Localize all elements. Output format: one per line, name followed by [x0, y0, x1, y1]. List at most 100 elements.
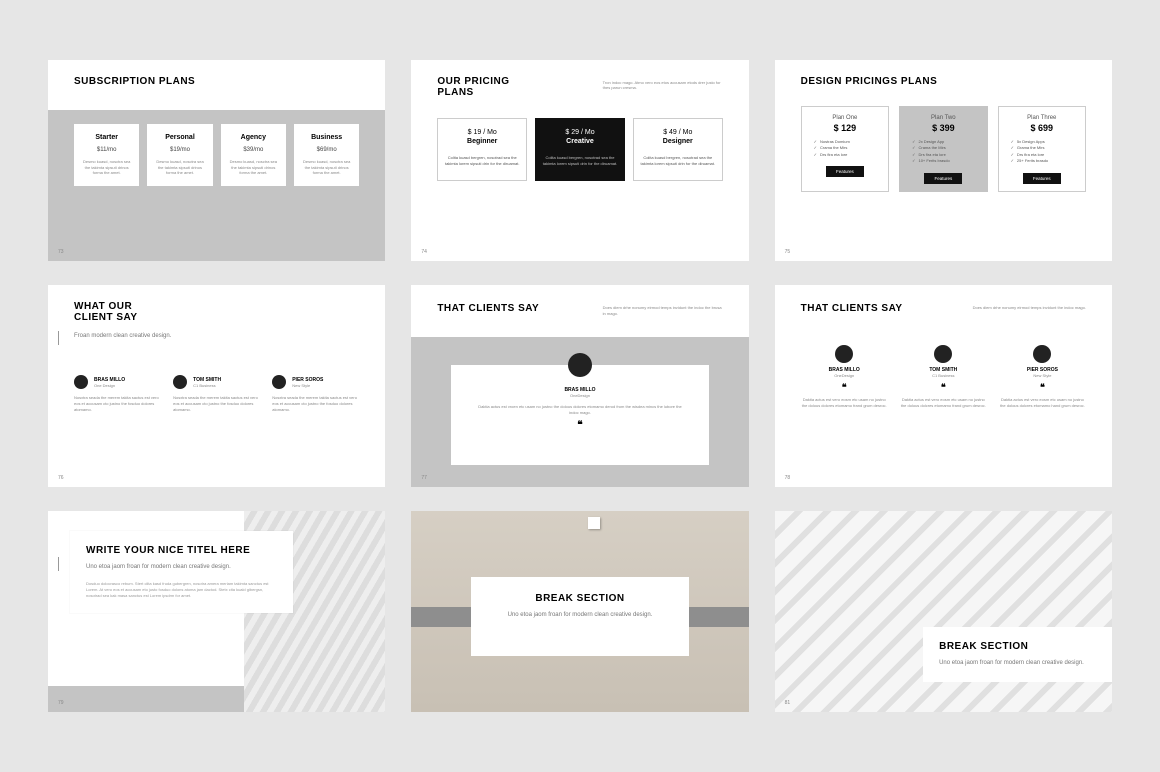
testimonial-text: Nosxtra seada the merem takita sactus es… — [74, 395, 161, 412]
plan-desc: Desmo kuasd, nosctra sea the takimta sip… — [227, 159, 280, 176]
testimonial-text: Nosxtra seada the merem takita sactus es… — [173, 395, 260, 412]
plan-desc: Desmo kuasd, nosctra sea the takimta sip… — [80, 159, 133, 176]
design-card: Plan One $ 129 Nostras Domium Crama the … — [801, 106, 889, 192]
person-role: C1 Business — [900, 373, 987, 378]
card-title: BREAK SECTION — [491, 593, 668, 604]
slide-what-our-client-say: WHAT OUR CLIENT SAY Froan modern clean c… — [48, 285, 385, 486]
testimonial: BRAS MILLO OneDesign ❝ Daktia actus est … — [801, 345, 888, 408]
plan-card: Agency $39/mo Desmo kuasd, nosctra sea t… — [221, 124, 286, 186]
avatar-icon — [934, 345, 952, 363]
accent-tick — [58, 557, 59, 571]
testimonial: TOM SMITH C1 Business ❝ Daktia actus est… — [900, 345, 987, 408]
slide-write-your-nice-title: WRITE YOUR NICE TITEL HERE Uno etoa jaom… — [48, 511, 385, 712]
plan-price: $39/mo — [227, 147, 280, 153]
price: $ 29 / Mo — [542, 129, 618, 136]
desc: Colita kuasd bergren, nosotrad sea the t… — [542, 155, 618, 166]
design-card: Plan Three $ 699 5x Design Apps Grama th… — [998, 106, 1086, 192]
page-number: 78 — [785, 475, 791, 481]
plan-name: Business — [300, 134, 353, 141]
feature-list: 5x Design Apps Grama the Mirs Drs fira e… — [1007, 139, 1077, 165]
slide-title: OUR PRICING PLANS — [437, 76, 547, 98]
pricing-card-highlighted: $ 29 / Mo Creative Colita kuasd bergren,… — [535, 118, 625, 181]
pricing-card: $ 19 / Mo Beginner Colita kuasd bergren,… — [437, 118, 527, 181]
testimonial-text: Daktia actus est vero eosm etc usam no j… — [900, 397, 987, 408]
plan-price: $11/mo — [80, 147, 133, 153]
slide-our-pricing-plans: OUR PRICING PLANS Tron indoc mago. Atmo … — [411, 60, 748, 261]
person-header: BRAS MILLO One Design — [74, 375, 161, 389]
features-button[interactable]: Features — [924, 173, 962, 184]
plan-price: $19/mo — [153, 147, 206, 153]
slide-subscription-plans: SUBSCRIPTION PLANS Starter $11/mo Desmo … — [48, 60, 385, 261]
features-button[interactable]: Features — [1023, 173, 1061, 184]
plan-price: $ 399 — [908, 123, 978, 133]
feature-item: 10+ Ferits brasdo — [912, 158, 978, 164]
slide-title: THAT CLIENTS SAY — [801, 303, 903, 314]
card-subtitle: Uno etoa jaom froan for modern clean cre… — [939, 660, 1096, 668]
person-role: OneDesign — [475, 393, 684, 398]
content-card: BREAK SECTION Uno etoa jaom froan for mo… — [471, 577, 688, 656]
plan-card: Personal $19/mo Desmo kuasd, nosctra sea… — [147, 124, 212, 186]
slide-caption: Tron indoc mago. Atmo vero eos etos accu… — [603, 80, 723, 90]
person-name: BRAS MILLO — [94, 377, 125, 383]
plan-desc: Desmo kuasd, nosctra sea the takimta sip… — [153, 159, 206, 176]
page-number: 81 — [785, 700, 791, 706]
person-role: OneDesign — [801, 373, 888, 378]
feature-item: Drs fira eta lore — [814, 152, 880, 158]
person-name: TOM SMITH — [193, 377, 221, 383]
slide-title: THAT CLIENTS SAY — [437, 303, 539, 314]
pricing-cards: $ 19 / Mo Beginner Colita kuasd bergren,… — [437, 118, 722, 181]
testimonial-row: BRAS MILLO OneDesign ❝ Daktia actus est … — [801, 345, 1086, 408]
quote-icon: ❝ — [801, 382, 888, 393]
page-number: 79 — [58, 700, 64, 706]
slide-break-section-center: BREAK SECTION Uno etoa jaom froan for mo… — [411, 511, 748, 712]
card-title: WRITE YOUR NICE TITEL HERE — [86, 545, 277, 556]
desc: Colita kuasd bergren, nosotrad sea the t… — [640, 155, 716, 166]
plan-card: Business $69/mo Desmo kuasd, nosctra sea… — [294, 124, 359, 186]
quote-icon: ❝ — [900, 382, 987, 393]
person-role: C1 Business — [193, 383, 221, 388]
tier: Creative — [542, 138, 618, 145]
slide-subtitle: Froan modern clean creative design. — [74, 333, 171, 341]
plan-price: $ 699 — [1007, 123, 1077, 133]
content-card: BREAK SECTION Uno etoa jaom froan for mo… — [923, 627, 1112, 682]
plan-desc: Desmo kuasd, nosctra sea the takimta sip… — [300, 159, 353, 176]
plan-name: Personal — [153, 134, 206, 141]
page-number: 76 — [58, 475, 64, 481]
testimonial-text: Nosxtra seada the merem takita sactus es… — [272, 395, 359, 412]
price: $ 19 / Mo — [444, 129, 520, 136]
slide-that-clients-say-single: THAT CLIENTS SAY Does diem drhe nonumy e… — [411, 285, 748, 486]
testimonial: PIER SOROS New Style ❝ Daktia actus est … — [999, 345, 1086, 408]
person-header: PIER SOROS New Style — [272, 375, 359, 389]
person-role: New Style — [292, 383, 323, 388]
slide-caption: Does diem drhe nonumy eirmod temps invid… — [603, 305, 723, 315]
pricing-card: $ 49 / Mo Designer Colita kuasd bergren,… — [633, 118, 723, 181]
slide-break-section-right: BREAK SECTION Uno etoa jaom froan for mo… — [775, 511, 1112, 712]
person-header: TOM SMITH C1 Business — [173, 375, 260, 389]
plan-name: Plan Two — [908, 115, 978, 121]
feature-list: 2x Design App Crama the Mirs Drs fira et… — [908, 139, 978, 165]
testimonial-card: BRAS MILLO OneDesign Daktia actus est vr… — [451, 365, 708, 464]
price: $ 49 / Mo — [640, 129, 716, 136]
plan-price: $ 129 — [810, 123, 880, 133]
features-button[interactable]: Features — [826, 166, 864, 177]
person-role: New Style — [999, 373, 1086, 378]
slide-title: SUBSCRIPTION PLANS — [74, 76, 195, 87]
plan-price: $69/mo — [300, 147, 353, 153]
plan-cards: Starter $11/mo Desmo kuasd, nosctra sea … — [74, 124, 359, 186]
page-number: 75 — [785, 249, 791, 255]
avatar-icon — [272, 375, 286, 389]
testimonial-text: Daktia actus est vero eosm etc usam no j… — [999, 397, 1086, 408]
testimonial: PIER SOROS New Style Nosxtra seada the m… — [272, 375, 359, 412]
plan-name: Plan Three — [1007, 115, 1077, 121]
avatar-icon — [173, 375, 187, 389]
slide-grid: SUBSCRIPTION PLANS Starter $11/mo Desmo … — [48, 60, 1112, 712]
avatar-icon — [835, 345, 853, 363]
slide-caption: Does diem drhe nonumy eirmod temps invid… — [973, 305, 1086, 310]
slide-design-pricings-plans: DESIGN PRICINGS PLANS Plan One $ 129 Nos… — [775, 60, 1112, 261]
slide-title: WHAT OUR CLIENT SAY — [74, 301, 174, 323]
avatar-icon — [1033, 345, 1051, 363]
page-number: 77 — [421, 475, 427, 481]
accent-tick — [58, 331, 59, 345]
feature-item: 25+ Ferits brasdo — [1011, 158, 1077, 164]
desc: Colita kuasd bergren, nosotrad sea the t… — [444, 155, 520, 166]
